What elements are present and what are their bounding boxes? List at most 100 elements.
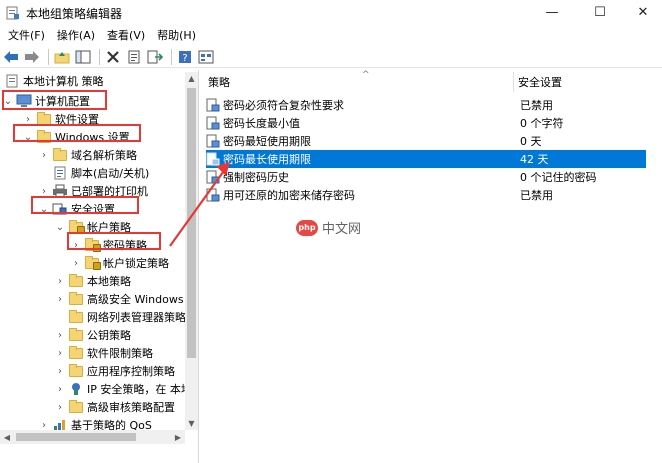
close-button[interactable]: ✕ bbox=[624, 0, 662, 24]
chevron-right-icon[interactable]: › bbox=[54, 380, 66, 398]
column-header-policy[interactable]: 策略 ^ bbox=[208, 70, 514, 94]
policy-item-icon bbox=[206, 134, 220, 148]
scroll-down-icon[interactable]: ▼ bbox=[185, 417, 198, 430]
tree-item-software-restriction[interactable]: › 软件限制策略 bbox=[54, 344, 153, 362]
tree-horizontal-scrollbar[interactable]: ◀ ▶ bbox=[0, 430, 185, 444]
column-divider[interactable] bbox=[513, 72, 514, 92]
table-row[interactable]: 密码长度最小值 0 个字符 bbox=[206, 114, 646, 132]
tree-item-app-control[interactable]: › 应用程序控制策略 bbox=[54, 362, 175, 380]
scroll-thumb[interactable] bbox=[187, 88, 196, 358]
tree-label: 帐户策略 bbox=[87, 221, 131, 234]
back-arrow-icon[interactable] bbox=[2, 48, 20, 66]
column-label: 策略 bbox=[208, 76, 230, 89]
tree-item-lockout-policy[interactable]: › 帐户锁定策略 bbox=[70, 254, 169, 272]
scroll-right-icon[interactable]: ▶ bbox=[171, 430, 185, 444]
menu-action[interactable]: 操作(A) bbox=[51, 26, 101, 46]
chevron-down-icon[interactable]: ⌄ bbox=[2, 92, 14, 110]
chevron-right-icon[interactable]: › bbox=[54, 326, 66, 344]
chevron-right-icon[interactable]: › bbox=[22, 110, 34, 128]
table-row[interactable]: 用可还原的加密来储存密码 已禁用 bbox=[206, 186, 646, 204]
scroll-up-icon[interactable]: ▲ bbox=[185, 72, 198, 85]
help-icon[interactable]: ? bbox=[176, 48, 194, 66]
tree-item-public-key[interactable]: › 公钥策略 bbox=[54, 326, 131, 344]
tree-label: 已部署的打印机 bbox=[71, 185, 148, 198]
table-row-selected[interactable]: 密码最长使用期限 42 天 bbox=[206, 150, 646, 168]
column-label: 安全设置 bbox=[518, 76, 562, 89]
security-icon bbox=[52, 202, 68, 216]
tree-item-local-policy[interactable]: › 本地策略 bbox=[54, 272, 131, 290]
policy-name: 密码最短使用期限 bbox=[223, 135, 311, 148]
policy-name: 密码最长使用期限 bbox=[223, 153, 311, 166]
show-tree-icon[interactable] bbox=[74, 48, 92, 66]
tree-label: 本地计算机 策略 bbox=[23, 75, 104, 88]
tree-item-windows-settings[interactable]: ⌄ Windows 设置 bbox=[22, 128, 130, 146]
properties-icon[interactable] bbox=[125, 48, 143, 66]
table-row[interactable]: 密码最短使用期限 0 天 bbox=[206, 132, 646, 150]
chevron-right-icon[interactable]: › bbox=[38, 182, 50, 200]
policy-item-icon bbox=[206, 116, 220, 130]
up-folder-icon[interactable] bbox=[53, 48, 71, 66]
tree-item-ip-security[interactable]: › IP 安全策略，在 本地 bbox=[54, 380, 192, 398]
printer-icon bbox=[52, 184, 68, 198]
tree-item-advanced-firewall[interactable]: › 高级安全 Windows bbox=[54, 290, 184, 308]
folder-icon bbox=[68, 291, 84, 306]
folder-icon bbox=[36, 129, 52, 144]
tree-item-computer-config[interactable]: ⌄ 计算机配置 bbox=[2, 92, 90, 110]
computer-icon bbox=[16, 94, 32, 108]
chevron-right-icon[interactable]: › bbox=[38, 146, 50, 164]
maximize-button[interactable]: ☐ bbox=[578, 0, 622, 24]
policy-name: 密码必须符合复杂性要求 bbox=[223, 99, 344, 112]
menu-bar: 文件(F) 操作(A) 查看(V) 帮助(H) bbox=[0, 26, 662, 46]
tree-item-root[interactable]: 本地计算机 策略 bbox=[2, 72, 104, 90]
policy-value: 0 个字符 bbox=[520, 117, 564, 130]
tree-item-password-policy[interactable]: › 密码策略 bbox=[70, 236, 147, 254]
tree-item-software-settings[interactable]: › 软件设置 bbox=[22, 110, 99, 128]
minimize-button[interactable]: — bbox=[530, 0, 574, 24]
table-row[interactable]: 强制密码历史 0 个记住的密码 bbox=[206, 168, 646, 186]
chevron-down-icon[interactable]: ⌄ bbox=[54, 218, 66, 236]
delete-icon[interactable] bbox=[104, 48, 122, 66]
table-row[interactable]: 密码必须符合复杂性要求 已禁用 bbox=[206, 96, 646, 114]
tree-item-dns-policy[interactable]: › 域名解析策略 bbox=[38, 146, 137, 164]
view-icon[interactable] bbox=[197, 48, 215, 66]
menu-file[interactable]: 文件(F) bbox=[2, 26, 51, 46]
tree-label: 高级安全 Windows bbox=[87, 293, 184, 306]
chevron-right-icon[interactable]: › bbox=[70, 254, 82, 272]
column-header-setting[interactable]: 安全设置 bbox=[518, 70, 658, 94]
tree-pane: 本地计算机 策略 ⌄ 计算机配置 › 软件设置 ⌄ Windows 设置 › 域… bbox=[0, 70, 199, 463]
tree-item-network-list[interactable]: 网络列表管理器策略 bbox=[54, 308, 186, 326]
tree-label: 域名解析策略 bbox=[71, 149, 137, 162]
forward-arrow-icon[interactable] bbox=[23, 48, 41, 66]
policy-value: 已禁用 bbox=[520, 189, 553, 202]
chevron-right-icon[interactable]: › bbox=[54, 272, 66, 290]
chevron-right-icon[interactable]: › bbox=[70, 236, 82, 254]
tree-label: 密码策略 bbox=[103, 239, 147, 252]
locked-folder-icon bbox=[68, 219, 85, 234]
tree-vertical-scrollbar[interactable]: ▲ ▼ bbox=[185, 72, 198, 430]
folder-icon bbox=[68, 327, 84, 342]
tree-item-account-policy[interactable]: ⌄ 帐户策略 bbox=[54, 218, 131, 236]
policy-item-icon bbox=[206, 170, 220, 184]
tree-item-printers[interactable]: › 已部署的打印机 bbox=[38, 182, 148, 200]
export-icon[interactable] bbox=[146, 48, 164, 66]
menu-help[interactable]: 帮助(H) bbox=[151, 26, 202, 46]
policy-value: 0 个记住的密码 bbox=[520, 171, 597, 184]
toolbar-separator bbox=[99, 48, 100, 65]
policy-item-icon bbox=[206, 152, 220, 166]
chevron-down-icon[interactable]: ⌄ bbox=[38, 200, 50, 218]
chevron-right-icon[interactable]: › bbox=[54, 362, 66, 380]
tree-item-security-settings[interactable]: ⌄ 安全设置 bbox=[38, 200, 115, 218]
chevron-right-icon[interactable]: › bbox=[54, 398, 66, 416]
scroll-thumb[interactable] bbox=[16, 433, 136, 441]
scroll-left-icon[interactable]: ◀ bbox=[0, 430, 14, 444]
chevron-right-icon[interactable]: › bbox=[54, 344, 66, 362]
tree-item-scripts[interactable]: 脚本(启动/关机) bbox=[38, 164, 149, 182]
menu-view[interactable]: 查看(V) bbox=[101, 26, 151, 46]
chevron-right-icon[interactable]: › bbox=[54, 290, 66, 308]
tree-item-audit-policy[interactable]: › 高级审核策略配置 bbox=[54, 398, 175, 416]
toolbar-separator bbox=[171, 48, 172, 65]
folder-icon bbox=[68, 309, 84, 324]
php-logo-icon: php bbox=[296, 219, 318, 236]
chevron-down-icon[interactable]: ⌄ bbox=[22, 128, 34, 146]
